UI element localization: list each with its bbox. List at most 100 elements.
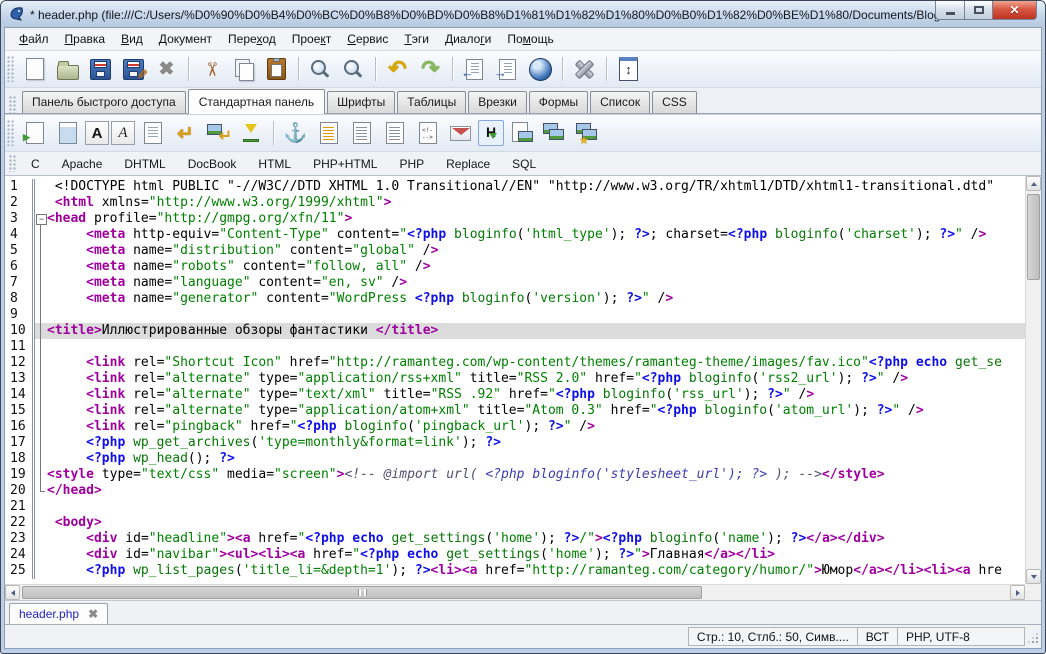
snippet-tab-DocBook[interactable]: DocBook [177,154,248,174]
par-left-icon[interactable] [313,119,344,147]
tab-Панель быстрого доступа[interactable]: Панель быстрого доступа [22,91,186,113]
tab-CSS[interactable]: CSS [652,91,697,113]
menu-item-3[interactable]: Вид [113,29,151,49]
code-text: <link rel="alternate" type="application/… [47,371,1025,387]
tab-Стандартная панель[interactable]: Стандартная панель [188,89,325,114]
line-number: 7 [5,275,35,291]
code-line: 2 <html xmlns="http://www.w3.org/1999/xh… [5,195,1025,211]
menu-item-1[interactable]: Файл [11,29,57,49]
line-number: 9 [5,307,35,323]
toolbar-drag-handle[interactable] [7,56,15,81]
unindent-icon[interactable] [459,55,490,83]
heading-icon[interactable] [478,120,504,146]
menu-item-10[interactable]: Помощь [499,29,561,49]
close-doc-icon[interactable] [151,55,182,83]
snippet-tab-C[interactable]: C [20,154,51,174]
tab-Шрифты[interactable]: Шрифты [327,91,395,113]
minimize-button[interactable] [935,1,965,20]
maximize-button[interactable] [964,1,993,20]
doc-tab-header.php[interactable]: header.php [9,603,108,624]
close-button[interactable]: ✕ [992,1,1037,20]
fold-marker [35,419,47,435]
break-clear-icon[interactable] [203,119,234,147]
code-line: 5 <meta name="distribution" content="glo… [5,243,1025,259]
menu-item-4[interactable]: Документ [151,29,220,49]
comment-icon[interactable] [412,119,443,147]
snippet-tab-HTML[interactable]: HTML [247,154,302,174]
panel-tabbar-drag-handle[interactable] [9,96,17,114]
menu-item-5[interactable]: Переход [220,29,284,49]
cursor-position-status: Стр.: 10, Стлб.: 50, Симв.... [688,627,858,646]
menu-item-9[interactable]: Диалоги [437,29,499,49]
fold-margin [35,195,47,211]
menu-item-8[interactable]: Тэги [396,29,437,49]
menu-item-6[interactable]: Проект [284,29,340,49]
code-area[interactable]: 1 <!DOCTYPE html PUBLIC "-//W3C//DTD XHT… [5,176,1025,584]
quickstart-icon[interactable] [19,119,50,147]
browser-preview-icon[interactable] [525,55,556,83]
save-as-icon[interactable] [118,55,149,83]
code-line: 9 [5,307,1025,323]
copy-icon[interactable] [228,55,259,83]
resize-grip-icon[interactable] [1025,627,1041,646]
code-line: 24 <div id="navibar"><ul><li><a href="<?… [5,547,1025,563]
html-toolbar-drag-handle[interactable] [7,120,15,145]
redo-icon[interactable] [415,55,446,83]
tab-Список[interactable]: Список [590,91,650,113]
menu-item-2[interactable]: Правка [57,29,114,49]
email-icon[interactable] [445,119,476,147]
title-bar[interactable]: * header.php (file:///C:/Users/%D0%90%D0… [1,1,1045,27]
thumbnail-icon[interactable] [539,119,570,147]
scroll-down-button[interactable] [1026,569,1041,584]
code-line: 17 <?php wp_get_archives('type=monthly&f… [5,435,1025,451]
vertical-scrollbar[interactable] [1025,176,1041,584]
fold-marker[interactable] [35,211,47,227]
close-tab-icon[interactable] [88,609,98,619]
snippet-tabbar-drag-handle[interactable] [9,155,17,171]
italic-icon[interactable] [111,121,135,145]
menu-item-7[interactable]: Сервис [339,29,396,49]
snippet-tab-Replace[interactable]: Replace [435,154,501,174]
tab-Таблицы[interactable]: Таблицы [397,91,466,113]
paragraph-icon[interactable] [137,119,168,147]
fullscreen-icon[interactable] [613,55,644,83]
tab-Врезки[interactable]: Врезки [468,91,527,113]
cut-icon[interactable] [195,55,226,83]
multi-thumbnail-icon[interactable] [572,119,603,147]
image-icon[interactable] [506,119,537,147]
body-icon[interactable] [52,119,83,147]
snippet-tab-DHTML[interactable]: DHTML [113,154,176,174]
line-number: 13 [5,371,35,387]
break-icon[interactable] [170,119,201,147]
tab-Формы[interactable]: Формы [529,91,588,113]
snippet-tab-SQL[interactable]: SQL [501,154,547,174]
line-number: 6 [5,259,35,275]
menu-bar: ФайлПравкаВидДокументПереходПроектСервис… [5,28,1041,51]
scroll-right-button[interactable] [1010,585,1025,600]
find-icon[interactable] [305,55,336,83]
anchor-icon[interactable] [280,119,311,147]
scroll-up-button[interactable] [1026,176,1041,191]
scroll-left-button[interactable] [5,585,20,600]
preferences-icon[interactable] [569,55,600,83]
horizontal-scroll-thumb[interactable] [22,586,702,599]
par-center-icon[interactable] [346,119,377,147]
open-icon[interactable] [52,55,83,83]
save-icon[interactable] [85,55,116,83]
line-number: 8 [5,291,35,307]
par-right-icon[interactable] [379,119,410,147]
nbsp-icon[interactable] [236,119,267,147]
new-icon[interactable] [19,55,50,83]
code-line: 8 <meta name="generator" content="WordPr… [5,291,1025,307]
undo-icon[interactable] [382,55,413,83]
snippet-tab-PHP[interactable]: PHP [388,154,435,174]
find-replace-icon[interactable] [338,55,369,83]
indent-icon[interactable] [492,55,523,83]
snippet-tab-PHP+HTML[interactable]: PHP+HTML [302,154,388,174]
paste-icon[interactable] [261,55,292,83]
bold-icon[interactable] [85,121,109,145]
toolbar-separator [188,57,189,81]
vertical-scroll-thumb[interactable] [1027,194,1040,280]
horizontal-scrollbar[interactable] [5,584,1025,600]
snippet-tab-Apache[interactable]: Apache [51,154,114,174]
